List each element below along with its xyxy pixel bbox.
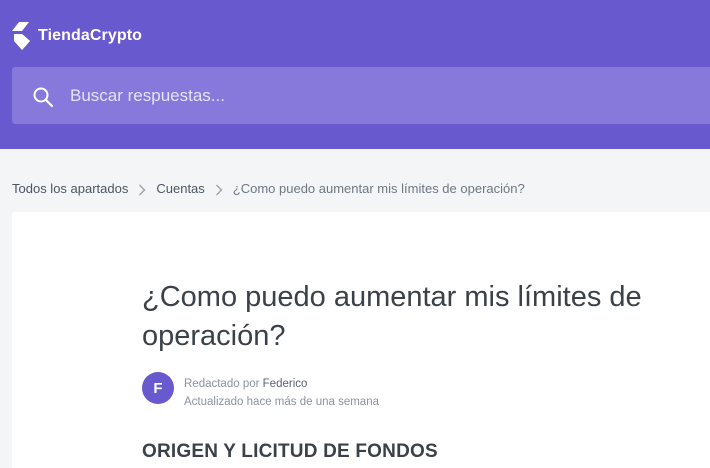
breadcrumb: Todos los apartados Cuentas ¿Como puedo …	[12, 181, 525, 196]
search-bar	[12, 67, 710, 124]
brand-name: TiendaCrypto	[38, 27, 143, 44]
logo-link[interactable]: TiendaCrypto	[12, 22, 142, 50]
section-heading: ORIGEN Y LICITUD DE FONDOS	[142, 441, 438, 462]
diamond-logo-icon	[12, 22, 32, 50]
breadcrumb-current-page: ¿Como puedo aumentar mis límites de oper…	[232, 181, 525, 196]
header: TiendaCrypto	[0, 0, 710, 149]
avatar: F	[142, 372, 174, 404]
author-line: Redactado por Federico	[184, 375, 379, 393]
breadcrumb-link-all-sections[interactable]: Todos los apartados	[12, 181, 128, 196]
article-meta: Redactado por Federico Actualizado hace …	[184, 375, 379, 411]
breadcrumb-link-cuentas[interactable]: Cuentas	[156, 181, 204, 196]
updated-text: Actualizado hace más de una semana	[184, 396, 379, 408]
author-prefix: Redactado por	[184, 378, 260, 390]
avatar-initial: F	[153, 379, 163, 397]
search-input[interactable]	[70, 67, 700, 124]
chevron-right-icon	[205, 181, 233, 196]
search-icon	[32, 86, 54, 108]
chevron-right-icon	[128, 181, 156, 196]
article-title: ¿Como puedo aumentar mis límites de oper…	[142, 281, 642, 352]
article-card: ¿Como puedo aumentar mis límites de oper…	[12, 212, 710, 468]
author-name: Federico	[262, 378, 308, 390]
